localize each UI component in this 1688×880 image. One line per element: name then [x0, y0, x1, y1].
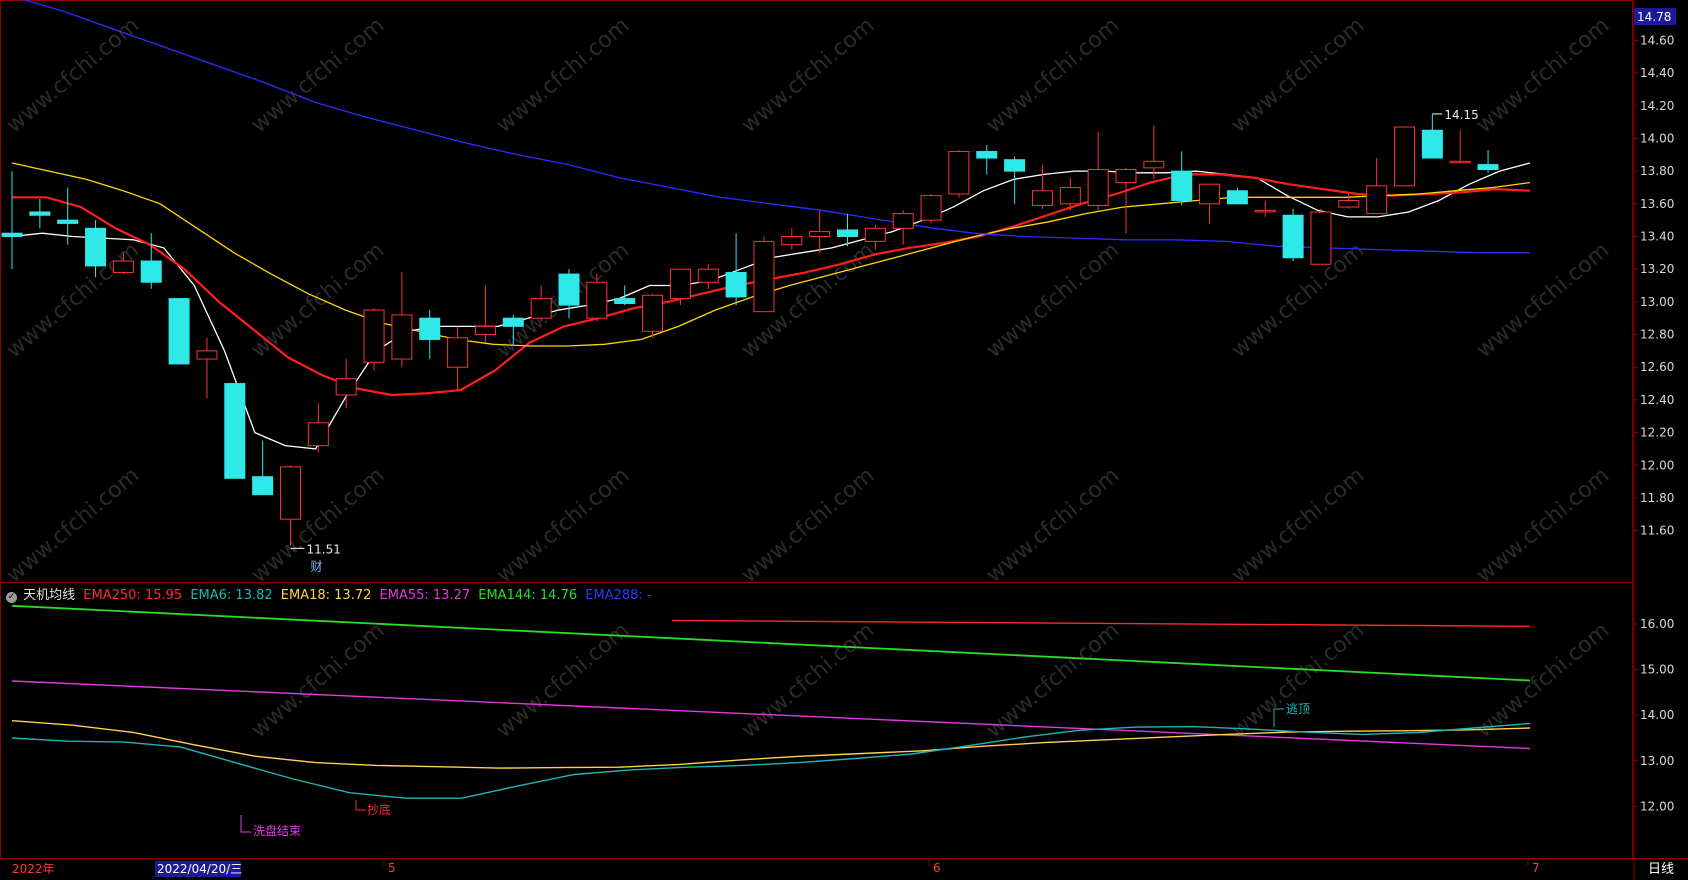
- candle-body: [1171, 170, 1193, 202]
- candle-body: [892, 213, 914, 229]
- candle-body: [196, 350, 218, 360]
- candle-body: [29, 211, 51, 216]
- high-price-label: 14.15: [1444, 108, 1478, 122]
- candle-body: [307, 422, 329, 447]
- price-tick-label: 13.40: [1640, 229, 1674, 243]
- top-label: 逃顶: [1286, 702, 1310, 716]
- period-label: 日线: [1648, 862, 1674, 877]
- candle-body: [725, 271, 747, 298]
- candle-body: [1449, 160, 1471, 164]
- date-tick-label-month_7: 7: [1532, 861, 1540, 875]
- legend-ema6: EMA6: 13.82: [190, 588, 273, 603]
- candle-body: [530, 298, 552, 319]
- candle-body: [614, 298, 636, 304]
- washout-label: 洗盘结束: [253, 823, 301, 838]
- candle-body: [1338, 200, 1360, 208]
- candle-body: [1, 232, 23, 237]
- low-tag-label: 财: [311, 559, 323, 573]
- indicator-tick-label: 13.00: [1640, 754, 1674, 768]
- candle-body: [1087, 168, 1109, 206]
- indicator-legend: ✓ 天机均线 EMA250: 15.95 EMA6: 13.82 EMA18: …: [6, 584, 652, 603]
- candle-body: [1477, 164, 1499, 170]
- low-price-label: 11.51: [307, 542, 341, 556]
- price-tick-label: 11.80: [1640, 491, 1674, 505]
- price-tick-label: 12.40: [1640, 393, 1674, 407]
- candle-body: [168, 298, 190, 365]
- legend-toggle-icon[interactable]: ✓: [6, 592, 17, 603]
- candle-body: [1226, 190, 1248, 205]
- candle-body: [140, 260, 162, 283]
- candle-body: [335, 378, 357, 396]
- candle-body: [1199, 183, 1221, 205]
- indicator-tick-label: 15.00: [1640, 663, 1674, 677]
- candle-body: [1143, 160, 1165, 169]
- candle-body: [363, 309, 385, 363]
- candle-body: [753, 240, 775, 313]
- legend-ema144: EMA144: 14.76: [478, 588, 578, 603]
- candle-body: [447, 337, 469, 368]
- candle-body: [558, 273, 580, 306]
- stock-chart[interactable]: www.cfchi.com www.cfchi.com www.cfchi.com w…: [0, 0, 1688, 880]
- candle-body: [669, 268, 691, 300]
- top-price-badge-label: 14.78: [1637, 10, 1671, 24]
- candle-body: [280, 466, 301, 520]
- bottom-label: 抄底: [367, 802, 391, 817]
- price-tick-label: 12.60: [1640, 360, 1674, 374]
- candle-body: [1115, 168, 1137, 184]
- indicator-tick-label: 16.00: [1640, 617, 1674, 631]
- legend-ema288: EMA288: -: [585, 588, 652, 603]
- price-tick-label: 14.00: [1640, 131, 1674, 145]
- candle-body: [920, 195, 942, 221]
- price-tick-label: 12.20: [1640, 426, 1674, 440]
- candle-body: [252, 476, 274, 496]
- candle-body: [1059, 186, 1081, 205]
- price-tick-label: 13.80: [1640, 164, 1674, 178]
- candle-body: [837, 229, 858, 237]
- legend-ema18: EMA18: 13.72: [280, 588, 372, 603]
- indicator-tick-label: 14.00: [1640, 708, 1674, 722]
- candle-body: [864, 227, 886, 242]
- legend-ema250: EMA250: 15.95: [83, 588, 183, 603]
- date-selected-label: 2022/04/20/三: [157, 862, 242, 876]
- candle-body: [57, 219, 79, 224]
- price-tick-label: 12.00: [1640, 458, 1674, 472]
- candle-body: [948, 151, 970, 195]
- candle-body: [502, 317, 524, 327]
- candle-body: [1421, 129, 1443, 159]
- candle-body: [85, 227, 107, 267]
- candle-body: [474, 325, 496, 336]
- candle-body: [1282, 214, 1304, 259]
- candle-body: [586, 281, 608, 319]
- candle-body: [1031, 190, 1053, 206]
- price-tick-label: 13.60: [1640, 197, 1674, 211]
- price-tick-label: 14.60: [1640, 33, 1674, 47]
- candle-body: [976, 151, 998, 159]
- price-tick-label: 11.60: [1640, 524, 1674, 538]
- candle-body: [809, 231, 831, 237]
- indicator-name: 天机均线: [23, 588, 76, 603]
- candle-body: [224, 383, 246, 479]
- candle-body: [391, 314, 413, 360]
- legend-ema55: EMA55: 13.27: [379, 588, 471, 603]
- candle-body: [112, 260, 134, 273]
- candle-body: [1366, 185, 1388, 215]
- date-tick-label-month_6: 6: [933, 861, 941, 875]
- candle-body: [1310, 211, 1332, 265]
- price-tick-label: 13.20: [1640, 262, 1674, 276]
- candle-body: [1394, 126, 1415, 187]
- candle-body: [1004, 159, 1026, 172]
- date-axis-year: 2022年: [12, 862, 55, 876]
- candle-body: [697, 268, 719, 283]
- candle-body: [1254, 209, 1276, 213]
- candle-body: [781, 235, 803, 246]
- date-tick-label-month_5: 5: [388, 861, 396, 875]
- candle-body: [642, 294, 664, 332]
- indicator-tick-label: 12.00: [1640, 799, 1674, 813]
- price-tick-label: 14.40: [1640, 66, 1674, 80]
- price-tick-label: 12.80: [1640, 328, 1674, 342]
- price-tick-label: 13.00: [1640, 295, 1674, 309]
- price-tick-label: 14.20: [1640, 99, 1674, 113]
- candle-body: [419, 317, 441, 340]
